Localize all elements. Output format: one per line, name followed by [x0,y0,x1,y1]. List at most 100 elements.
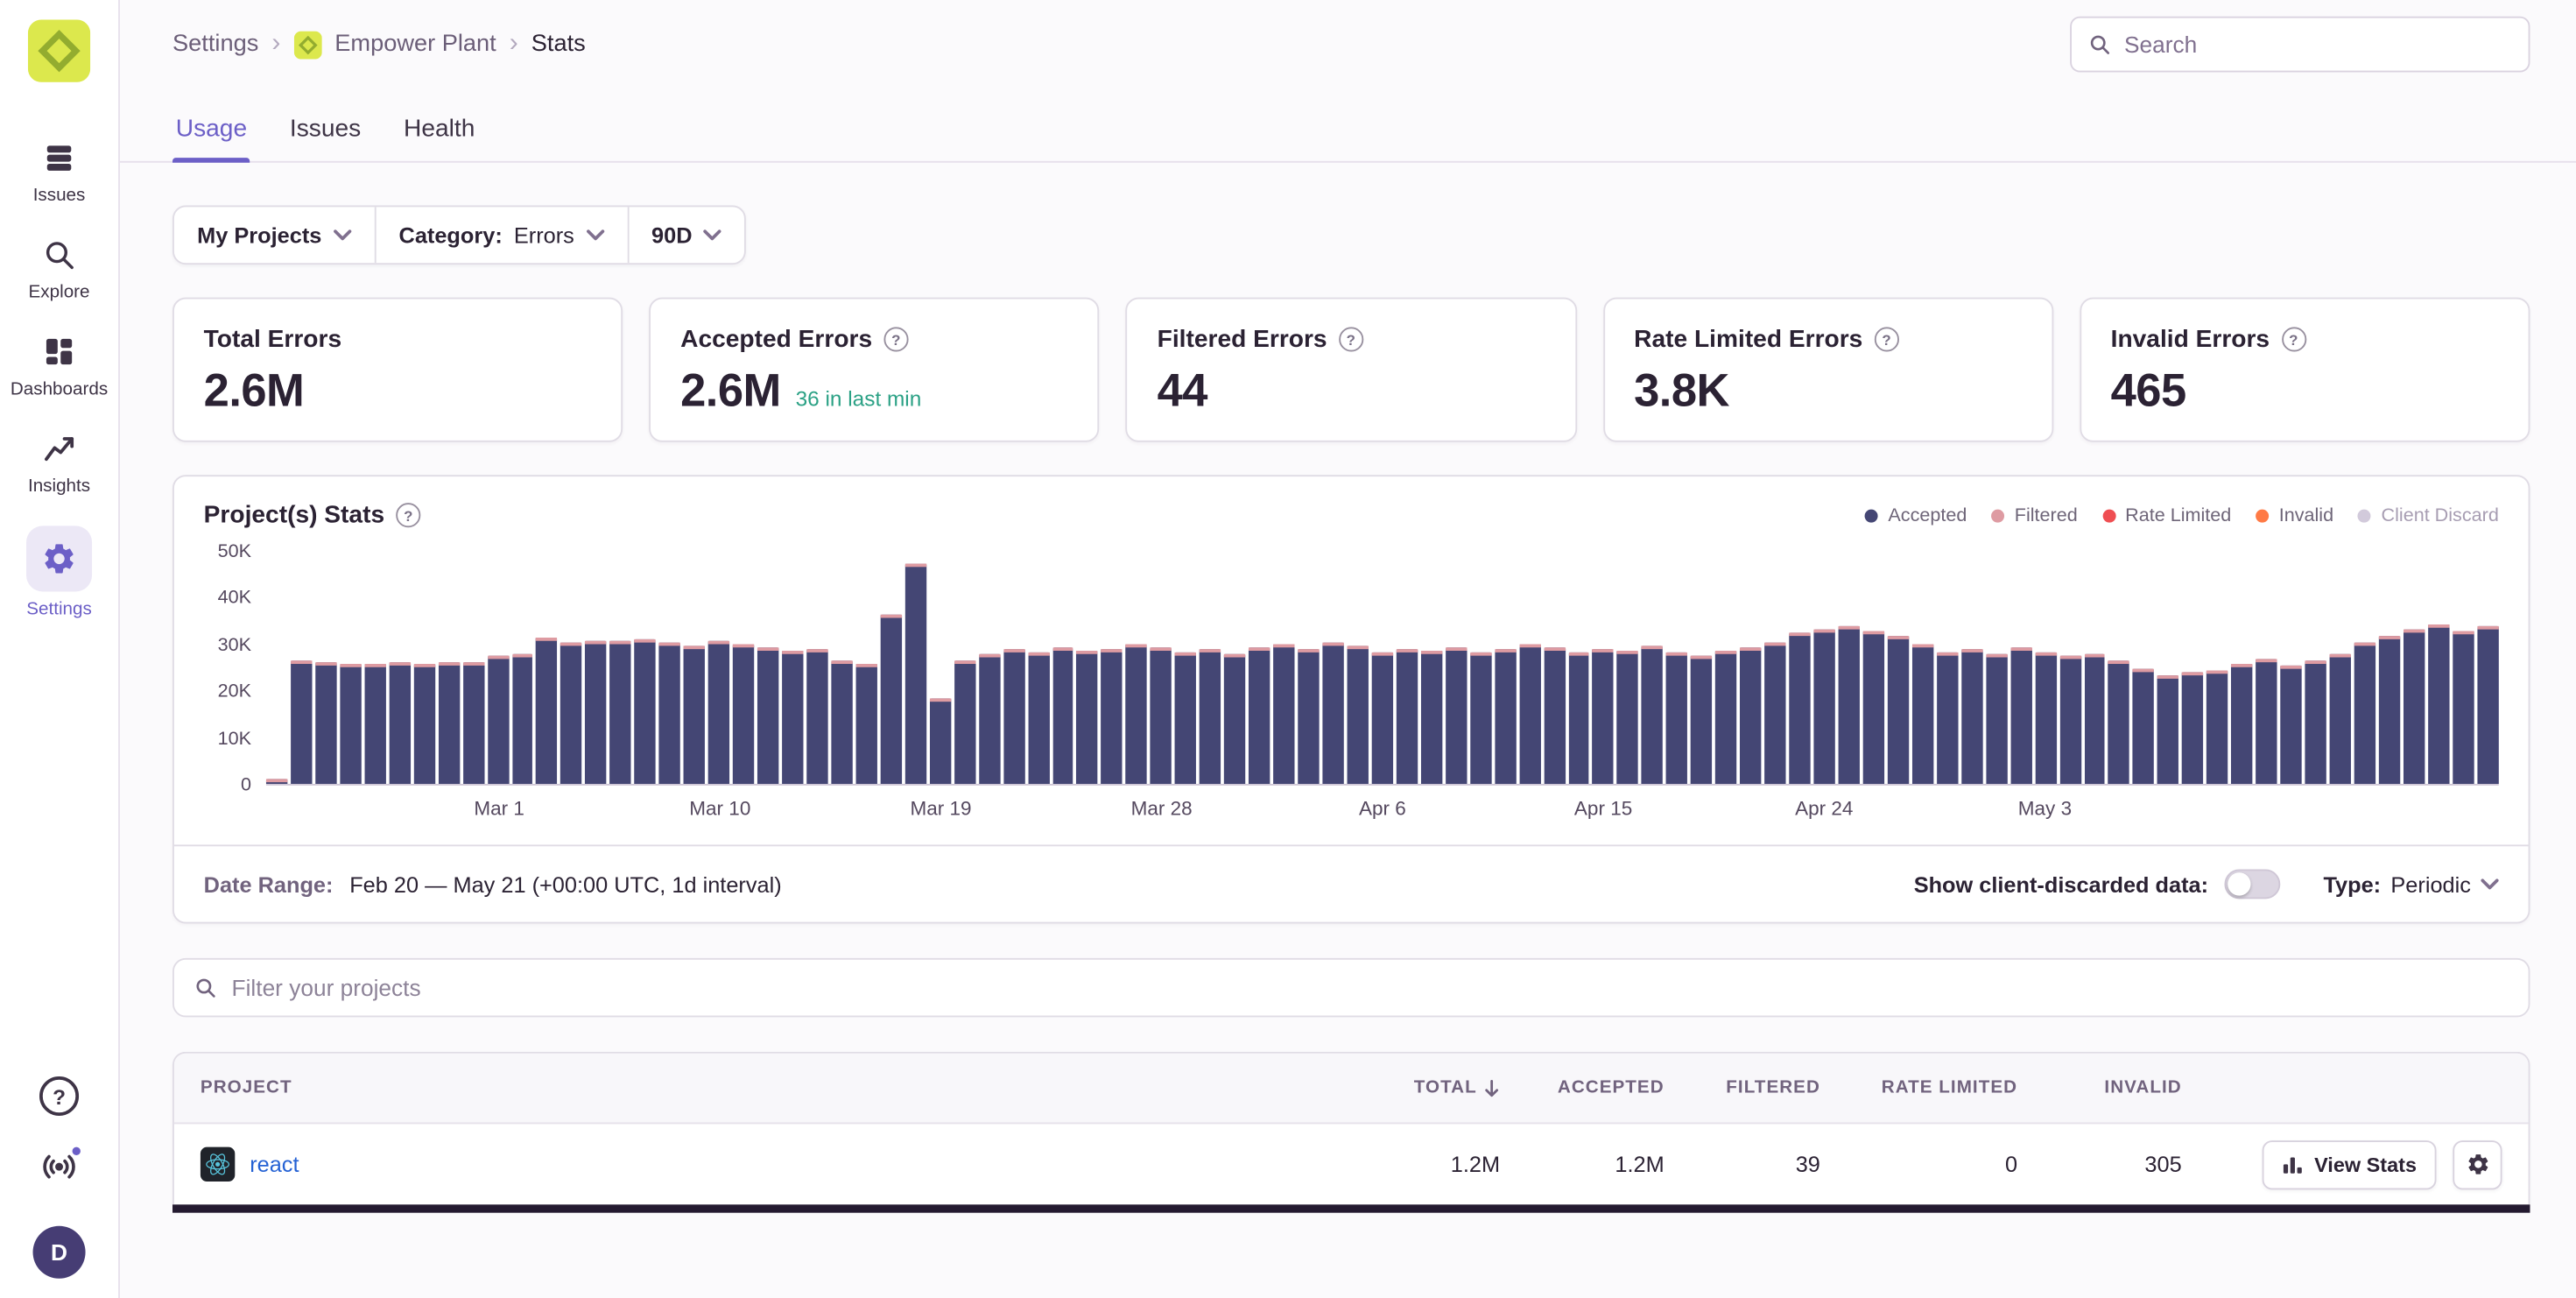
help-badge-icon[interactable]: ? [396,503,420,527]
chart-bar[interactable] [708,640,729,784]
chart-bar[interactable] [782,651,803,784]
help-icon[interactable]: ? [39,1076,79,1116]
chart-bar[interactable] [389,662,410,784]
chart-bar[interactable] [1789,633,1810,784]
org-logo[interactable] [28,20,90,82]
chart-bar[interactable] [438,663,459,784]
chart-bar[interactable] [1298,650,1319,784]
chart-bar[interactable] [1912,645,1933,784]
project-settings-button[interactable] [2453,1139,2502,1189]
chart-bar[interactable] [266,779,287,784]
chart-bar[interactable] [904,564,926,784]
projects-filter-dropdown[interactable]: My Projects [174,207,374,263]
chart-bar[interactable] [1224,654,1245,784]
chart-bar[interactable] [1568,653,1589,784]
chart-bar[interactable] [1937,652,1958,784]
help-badge-icon[interactable]: ? [1339,327,1363,351]
chart-bar[interactable] [1446,647,1467,784]
search-input[interactable] [2124,32,2512,58]
chart-bar[interactable] [2133,668,2154,784]
chart-bar[interactable] [364,663,385,784]
chart-bar[interactable] [1666,653,1687,784]
chart-bar[interactable] [1642,645,1663,784]
chart-bar[interactable] [2157,675,2178,784]
chart-bar[interactable] [2428,624,2449,784]
chart-bar[interactable] [2010,647,2031,784]
chart-bar[interactable] [1322,643,1343,784]
breadcrumb-settings[interactable]: Settings [172,32,258,58]
chart-bar[interactable] [1519,644,1540,784]
chart-bar[interactable] [2108,661,2129,784]
chart-bar[interactable] [1593,650,1614,784]
chart-bar[interactable] [757,647,778,784]
chart-bar[interactable] [2035,652,2056,784]
chart-bar[interactable] [315,662,336,784]
chart-bar[interactable] [2379,636,2400,784]
date-range-dropdown[interactable]: 90D [627,207,745,263]
column-header-filtered[interactable]: FILTERED [1691,1054,1847,1123]
column-header-project[interactable]: PROJECT [174,1054,1337,1123]
chart-bar[interactable] [635,639,656,784]
chart-bar[interactable] [1371,652,1392,784]
chart-bar[interactable] [1863,631,1884,784]
chart-bar[interactable] [1347,645,1368,784]
column-header-total[interactable]: TOTAL [1337,1054,1526,1123]
type-dropdown[interactable]: Type: Periodic [2323,871,2498,896]
sidebar-item-insights[interactable]: Insights [0,429,118,497]
chart-bar[interactable] [684,645,705,784]
chart-bar[interactable] [561,643,582,784]
help-badge-icon[interactable]: ? [1874,327,1898,351]
chart-bar[interactable] [1888,636,1909,784]
chart-bar[interactable] [880,615,901,784]
chart-bar[interactable] [1839,626,1860,784]
client-discard-toggle[interactable] [2225,870,2281,899]
chart-bar[interactable] [1814,629,1835,784]
chart-bar[interactable] [1077,651,1098,784]
project-filter-input[interactable] [232,975,2509,1001]
chart-bar[interactable] [1691,656,1712,783]
chart-bar[interactable] [2477,626,2498,784]
help-badge-icon[interactable]: ? [883,327,908,351]
chart-bar[interactable] [2354,643,2375,784]
chart-bar[interactable] [2404,629,2425,784]
column-header-accepted[interactable]: ACCEPTED [1526,1054,1691,1123]
chart-bar[interactable] [1986,654,2007,784]
chart-bar[interactable] [2084,654,2105,784]
legend-item-rate-limited[interactable]: Rate Limited [2102,505,2231,526]
chart-bar[interactable] [1617,652,1638,784]
chart-bar[interactable] [1397,648,1418,783]
chart-bar[interactable] [537,638,558,784]
chart-bar[interactable] [2182,673,2203,784]
chart-bar[interactable] [2231,663,2252,784]
chart-bar[interactable] [929,698,950,784]
chart-bar[interactable] [1175,652,1196,784]
column-header-invalid[interactable]: INVALID [2044,1054,2208,1123]
chart-bar[interactable] [659,643,680,784]
chart-bar[interactable] [610,641,631,784]
sidebar-item-dashboards[interactable]: Dashboards [0,332,118,399]
project-filter[interactable] [172,958,2530,1018]
chart-bar[interactable] [1273,645,1294,784]
chart-bar[interactable] [512,654,533,784]
legend-item-accepted[interactable]: Accepted [1865,505,1967,526]
chart-bar[interactable] [979,654,1000,784]
chart-bar[interactable] [1028,652,1049,784]
chart-bar[interactable] [1249,647,1270,784]
chart-bar[interactable] [1421,651,1442,784]
chart-bar[interactable] [487,656,508,783]
chart-bar[interactable] [2256,659,2277,784]
chart-bar[interactable] [954,661,975,784]
chart-bar[interactable] [1715,651,1736,784]
chart-bar[interactable] [806,648,827,783]
tab-usage[interactable]: Usage [172,105,250,161]
chart-bar[interactable] [2206,670,2228,784]
chart-bar[interactable] [1740,647,1761,784]
tab-issues[interactable]: Issues [286,105,364,161]
chart-bar[interactable] [831,661,852,784]
chart-bar[interactable] [462,661,483,784]
breadcrumb-org[interactable]: Empower Plant [334,32,496,58]
chart-bar[interactable] [1764,643,1785,784]
legend-item-filtered[interactable]: Filtered [1992,505,2078,526]
tab-health[interactable]: Health [400,105,478,161]
legend-item-invalid[interactable]: Invalid [2256,505,2333,526]
